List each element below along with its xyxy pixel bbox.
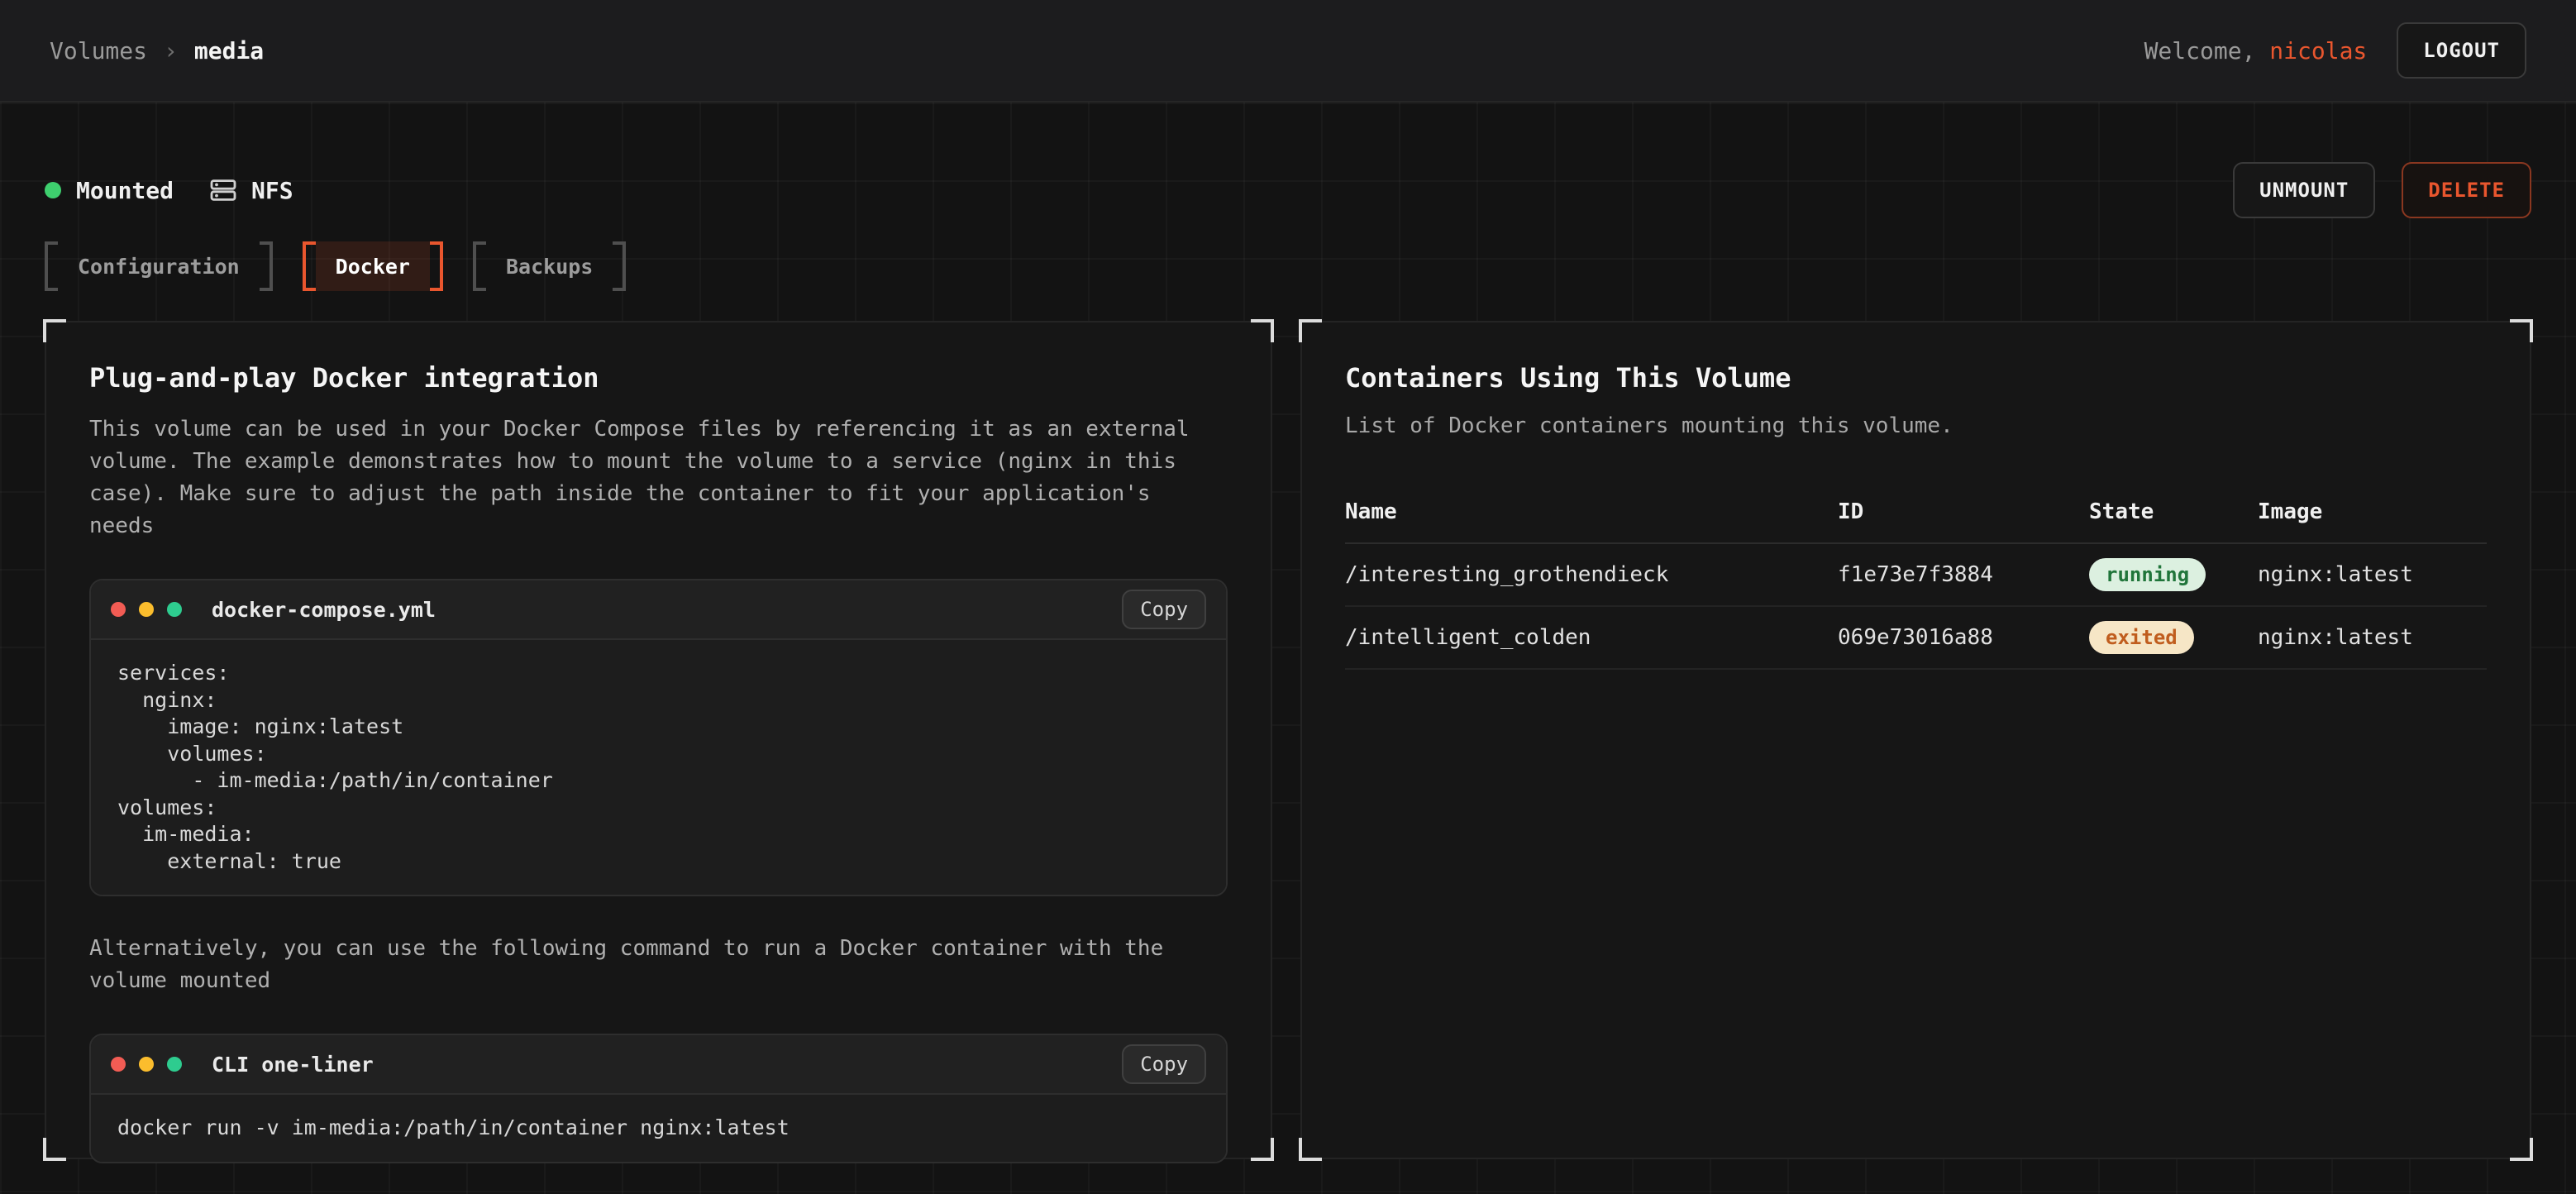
tab-bracket-left <box>303 241 316 291</box>
unmount-button[interactable]: UNMOUNT <box>2233 162 2375 218</box>
traffic-light-yellow-icon <box>139 602 154 617</box>
docker-panel-title: Plug-and-play Docker integration <box>89 362 1228 394</box>
container-name: /interesting_grothendieck <box>1345 562 1838 587</box>
container-id: 069e73016a88 <box>1838 625 2089 650</box>
containers-panel: Containers Using This Volume List of Doc… <box>1300 321 2531 1159</box>
logout-button[interactable]: LOGOUT <box>2397 22 2526 79</box>
container-id: f1e73e7f3884 <box>1838 562 2089 587</box>
corner-bracket-icon <box>2510 1138 2533 1161</box>
tab-bracket-left <box>473 241 486 291</box>
volume-detail-page: Volumes › media Welcome, nicolas LOGOUT … <box>0 0 2576 1194</box>
cli-copy-button[interactable]: Copy <box>1122 1044 1206 1084</box>
cli-code-body: docker run -v im-media:/path/in/containe… <box>91 1095 1226 1162</box>
cli-filename: CLI one-liner <box>212 1053 1109 1077</box>
delete-button[interactable]: DELETE <box>2402 162 2531 218</box>
container-state-cell: running <box>2089 558 2258 591</box>
corner-bracket-icon <box>1251 1138 1274 1161</box>
top-bar: Volumes › media Welcome, nicolas LOGOUT <box>0 0 2576 103</box>
containers-panel-subtitle: List of Docker containers mounting this … <box>1345 413 2487 438</box>
containers-table: Name ID State Image /interesting_grothen… <box>1345 481 2487 670</box>
main-content: Mounted NFS UNMOUNT DELETE <box>0 103 2576 1194</box>
driver-label: NFS <box>251 177 293 204</box>
container-image: nginx:latest <box>2258 562 2487 587</box>
tab-configuration-label: Configuration <box>58 241 260 291</box>
table-row: /interesting_grothendieck f1e73e7f3884 r… <box>1345 544 2487 607</box>
welcome-text: Welcome, nicolas <box>2144 37 2368 64</box>
welcome-prefix: Welcome, <box>2144 37 2270 64</box>
tab-docker-label: Docker <box>316 241 430 291</box>
corner-bracket-icon <box>1299 319 1322 342</box>
corner-bracket-icon <box>43 319 66 342</box>
traffic-light-red-icon <box>111 1057 126 1072</box>
volume-status-row: Mounted NFS UNMOUNT DELETE <box>45 162 2531 218</box>
corner-bracket-icon <box>1251 319 1274 342</box>
container-image: nginx:latest <box>2258 625 2487 650</box>
compose-filename: docker-compose.yml <box>212 598 1109 622</box>
container-name: /intelligent_colden <box>1345 625 1838 650</box>
tab-configuration[interactable]: Configuration <box>45 241 273 291</box>
cli-code-text: docker run -v im-media:/path/in/containe… <box>117 1115 1200 1142</box>
col-header-id: ID <box>1838 499 2089 524</box>
mounted-status-label: Mounted <box>76 177 174 204</box>
compose-code-card-header: docker-compose.yml Copy <box>91 580 1226 640</box>
tab-bar: Configuration Docker Backups <box>45 241 2531 291</box>
cli-code-card-header: CLI one-liner Copy <box>91 1035 1226 1095</box>
breadcrumb-volumes-link[interactable]: Volumes <box>50 37 147 64</box>
containers-panel-title: Containers Using This Volume <box>1345 362 2487 394</box>
compose-code-body: services: nginx: image: nginx:latest vol… <box>91 640 1226 895</box>
top-bar-right: Welcome, nicolas LOGOUT <box>2144 22 2526 79</box>
panels-row: Plug-and-play Docker integration This vo… <box>45 321 2531 1159</box>
compose-code-card: docker-compose.yml Copy services: nginx:… <box>89 579 1228 896</box>
container-state-cell: exited <box>2089 621 2258 654</box>
tab-bracket-right <box>613 241 626 291</box>
tab-docker[interactable]: Docker <box>303 241 443 291</box>
col-header-state: State <box>2089 499 2258 524</box>
tab-backups[interactable]: Backups <box>473 241 626 291</box>
tab-bracket-left <box>45 241 58 291</box>
breadcrumb: Volumes › media <box>50 37 264 64</box>
cli-intro-text: Alternatively, you can use the following… <box>89 933 1228 997</box>
traffic-light-green-icon <box>167 602 182 617</box>
traffic-light-green-icon <box>167 1057 182 1072</box>
docker-panel-description: This volume can be used in your Docker C… <box>89 413 1228 542</box>
server-stack-icon <box>210 177 236 203</box>
traffic-light-yellow-icon <box>139 1057 154 1072</box>
tab-backups-label: Backups <box>486 241 613 291</box>
status-left: Mounted NFS <box>45 177 293 204</box>
col-header-name: Name <box>1345 499 1838 524</box>
status-badge: exited <box>2089 621 2194 654</box>
status-badge: running <box>2089 558 2206 591</box>
corner-bracket-icon <box>43 1138 66 1161</box>
compose-copy-button[interactable]: Copy <box>1122 590 1206 629</box>
mounted-status-dot-icon <box>45 182 61 198</box>
compose-code-text: services: nginx: image: nginx:latest vol… <box>117 660 1200 875</box>
cli-code-card: CLI one-liner Copy docker run -v im-medi… <box>89 1034 1228 1163</box>
table-row: /intelligent_colden 069e73016a88 exited … <box>1345 607 2487 670</box>
containers-table-header: Name ID State Image <box>1345 481 2487 544</box>
breadcrumb-current-volume: media <box>194 37 264 64</box>
mounted-status: Mounted <box>45 177 174 204</box>
volume-actions: UNMOUNT DELETE <box>2233 162 2531 218</box>
docker-integration-panel: Plug-and-play Docker integration This vo… <box>45 321 1272 1159</box>
tab-bracket-right <box>430 241 443 291</box>
corner-bracket-icon <box>2510 319 2533 342</box>
tab-bracket-right <box>260 241 273 291</box>
corner-bracket-icon <box>1299 1138 1322 1161</box>
driver-status: NFS <box>210 177 293 204</box>
col-header-image: Image <box>2258 499 2487 524</box>
username: nicolas <box>2269 37 2367 64</box>
traffic-light-red-icon <box>111 602 126 617</box>
chevron-right-icon: › <box>164 37 178 64</box>
